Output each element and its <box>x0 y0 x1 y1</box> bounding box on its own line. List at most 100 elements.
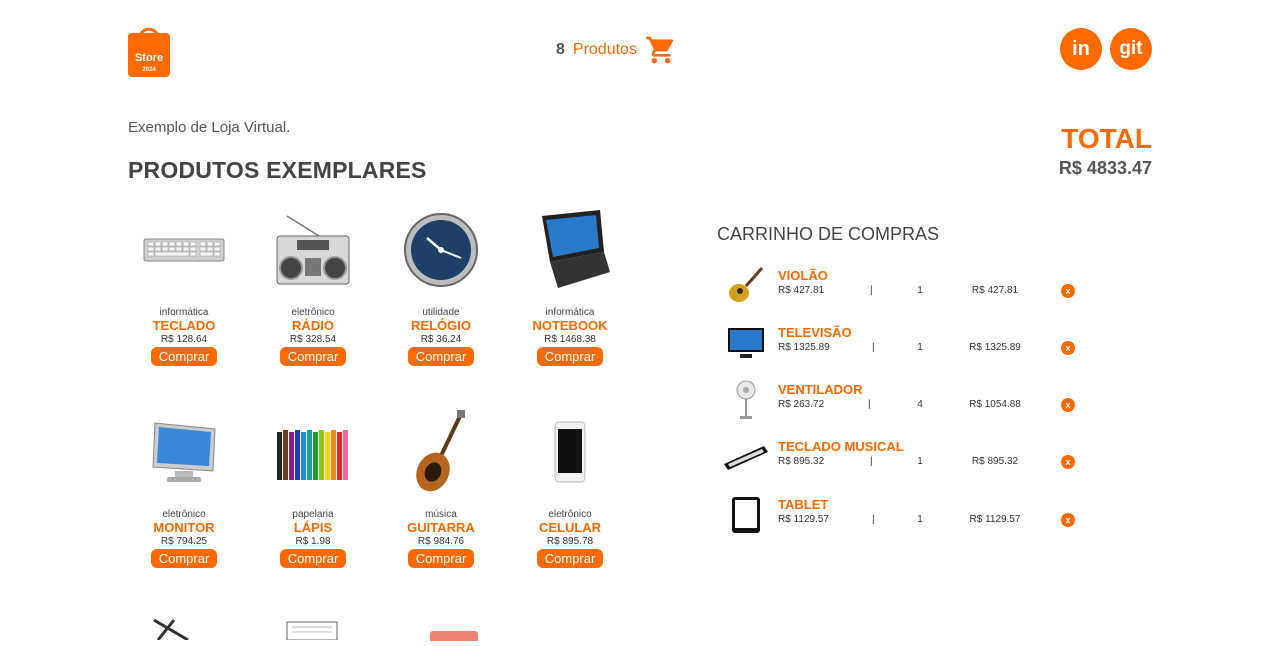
product-name: MONITOR <box>153 520 215 535</box>
store-logo[interactable]: Store 2024 <box>128 24 170 77</box>
product-price: R$ 794.25 <box>160 536 208 547</box>
guitar-icon[interactable] <box>381 404 501 499</box>
product-card: eletrônico CELULAR R$ 895.78 Comprar <box>510 404 630 568</box>
laptop-icon[interactable] <box>510 202 630 297</box>
cart-summary[interactable]: 8 Produtos <box>556 34 677 66</box>
product-name: NOTEBOOK <box>532 318 608 333</box>
product-price: R$ 328.54 <box>289 334 337 345</box>
product-price: R$ 895.78 <box>546 536 594 547</box>
product-category: informática <box>545 307 595 318</box>
total-label: TOTAL <box>1061 123 1152 154</box>
cart-item-price: R$ 1325.89 <box>778 342 830 353</box>
cart-item-subtotal: R$ 1129.57 <box>969 514 1021 525</box>
product-price: R$ 1.98 <box>295 536 331 547</box>
product-price: R$ 128.64 <box>160 334 208 345</box>
product-name: RÁDIO <box>292 318 334 333</box>
cart-item: VIOLÃO R$ 427.81 | 1 R$ 427.81 x <box>724 266 1084 310</box>
product-category: música <box>425 509 457 520</box>
pencils-icon[interactable] <box>253 404 373 499</box>
product-name: RELÓGIO <box>411 318 471 333</box>
acoustic-guitar-icon <box>724 266 768 306</box>
product-card: eletrônico RÁDIO R$ 328.54 Comprar <box>253 202 373 366</box>
radio-icon[interactable] <box>253 202 373 297</box>
buy-button[interactable]: Comprar <box>279 549 347 568</box>
scissors-icon <box>148 618 198 645</box>
buy-button[interactable]: Comprar <box>279 347 347 366</box>
product-name: CELULAR <box>538 520 602 535</box>
cart-item-name: VIOLÃO <box>778 268 828 283</box>
cart-item-subtotal: R$ 1054.88 <box>969 399 1021 410</box>
total-value: R$ 4833.47 <box>1058 158 1152 178</box>
linkedin-button[interactable]: in <box>1060 28 1102 70</box>
cart-label: Produtos <box>572 41 637 58</box>
remove-item-button[interactable]: x <box>1061 284 1075 298</box>
cart-item-price: R$ 1129.57 <box>778 514 829 525</box>
cart-item-quantity: 4 <box>917 399 923 410</box>
keyboard-icon[interactable] <box>124 202 244 297</box>
buy-button[interactable]: Comprar <box>536 347 604 366</box>
buy-button[interactable]: Comprar <box>536 549 604 568</box>
remove-item-button[interactable]: x <box>1061 513 1075 527</box>
cart-item-subtotal: R$ 427.81 <box>971 285 1019 296</box>
product-name: TECLADO <box>152 318 216 333</box>
product-category: eletrônico <box>162 509 206 520</box>
product-category: papelaria <box>292 509 334 520</box>
git-button[interactable]: git <box>1110 28 1152 70</box>
product-category: utilidade <box>422 307 460 318</box>
store-subtitle: Exemplo de Loja Virtual. <box>128 119 291 136</box>
product-card: papelaria LÁPIS R$ 1.98 Comprar <box>253 404 373 568</box>
cart-item-price: R$ 427.81 <box>778 285 825 296</box>
logo-year: 2024 <box>142 67 156 73</box>
product-category: eletrônico <box>548 509 592 520</box>
buy-button[interactable]: Comprar <box>150 347 218 366</box>
product-card: utilidade RELÓGIO R$ 36.24 Comprar <box>381 202 501 366</box>
eraser-icon <box>430 628 480 646</box>
tv-icon <box>724 323 768 363</box>
notebook-paper-icon <box>286 620 340 645</box>
cart-item-subtotal: R$ 895.32 <box>971 456 1019 467</box>
product-card: informática NOTEBOOK R$ 1468.38 Comprar <box>510 202 630 366</box>
cart-item-separator: | <box>872 342 875 353</box>
buy-button[interactable]: Comprar <box>407 549 475 568</box>
product-name: LÁPIS <box>293 520 333 535</box>
tablet-icon <box>724 495 768 535</box>
cart-item-separator: | <box>870 456 873 467</box>
music-keyboard-icon <box>724 437 768 477</box>
buy-button[interactable]: Comprar <box>407 347 475 366</box>
monitor-icon[interactable] <box>124 404 244 499</box>
cart-item: TABLET R$ 1129.57 | 1 R$ 1129.57 x <box>724 495 1084 539</box>
product-price: R$ 984.76 <box>417 536 465 547</box>
cart-item-separator: | <box>872 514 875 525</box>
cart-title: CARRINHO DE COMPRAS <box>717 224 940 244</box>
fan-icon <box>724 380 768 420</box>
product-card: informática TECLADO R$ 128.64 Comprar <box>124 202 244 366</box>
product-category: informática <box>159 307 209 318</box>
cart-item-quantity: 1 <box>917 456 923 467</box>
cart-item: VENTILADOR R$ 263.72 | 4 R$ 1054.88 x <box>724 380 1084 424</box>
cart-item-price: R$ 263.72 <box>778 399 825 410</box>
cart-item-quantity: 1 <box>917 285 923 296</box>
cart-count: 8 <box>556 41 565 58</box>
remove-item-button[interactable]: x <box>1061 455 1075 469</box>
remove-item-button[interactable]: x <box>1061 341 1075 355</box>
remove-item-button[interactable]: x <box>1061 398 1075 412</box>
cart-item: TECLADO MUSICAL R$ 895.32 | 1 R$ 895.32 … <box>724 437 1084 481</box>
cart-item-name: TECLADO MUSICAL <box>778 439 904 454</box>
shopping-cart-icon[interactable] <box>645 34 677 66</box>
phone-icon[interactable] <box>510 404 630 499</box>
product-price: R$ 1468.38 <box>544 334 596 345</box>
cart-item-subtotal: R$ 1325.89 <box>969 342 1021 353</box>
product-category: eletrônico <box>291 307 335 318</box>
cart-item: TELEVISÃO R$ 1325.89 | 1 R$ 1325.89 x <box>724 323 1084 367</box>
clock-icon[interactable] <box>381 202 501 297</box>
cart-item-price: R$ 895.32 <box>778 456 825 467</box>
product-price: R$ 36.24 <box>420 334 462 345</box>
cart-item-name: TELEVISÃO <box>778 325 852 340</box>
cart-item-quantity: 1 <box>917 342 923 353</box>
cart-item-separator: | <box>870 285 873 296</box>
cart-item-name: VENTILADOR <box>778 382 863 397</box>
cart-item-separator: | <box>868 399 871 410</box>
buy-button[interactable]: Comprar <box>150 549 218 568</box>
logo-text: Store <box>135 52 163 64</box>
cart-item-name: TABLET <box>778 497 829 512</box>
